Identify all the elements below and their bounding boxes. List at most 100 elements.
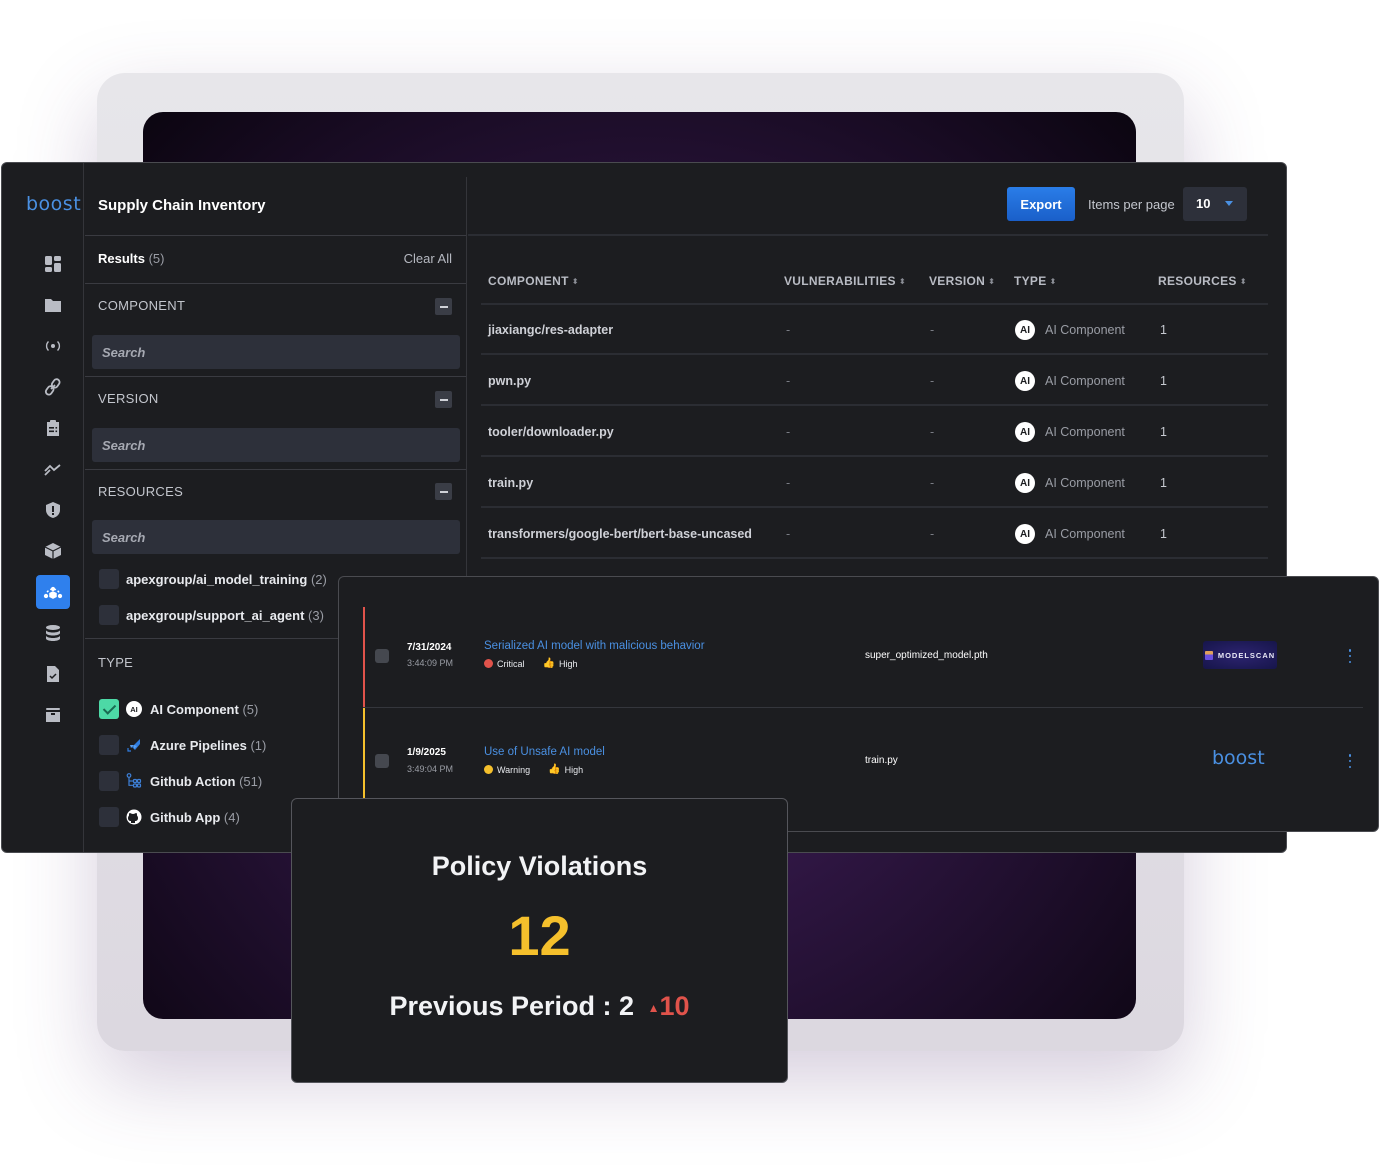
component-filter-label: COMPONENT <box>98 298 186 313</box>
component-name[interactable]: jiaxiangc/res-adapter <box>488 323 613 337</box>
component-name[interactable]: tooler/downloader.py <box>488 425 614 439</box>
modelscan-logo: MODELSCAN <box>1203 641 1277 669</box>
chevron-down-icon <box>1225 201 1233 206</box>
row-divider <box>481 455 1268 457</box>
type-checkbox-azure-pipelines[interactable] <box>99 735 119 755</box>
shield-alert-icon[interactable] <box>36 493 70 527</box>
export-button[interactable]: Export <box>1007 187 1075 221</box>
link-icon[interactable] <box>36 370 70 404</box>
version-value: - <box>930 425 935 439</box>
component-name[interactable]: train.py <box>488 476 533 490</box>
column-header-version[interactable]: VERSION ⬍ <box>929 274 995 288</box>
component-search-input[interactable] <box>92 335 460 369</box>
resource-option[interactable]: apexgroup/support_ai_agent (3) <box>126 608 324 623</box>
version-search-input[interactable] <box>92 428 460 462</box>
version-collapse-button[interactable] <box>435 391 452 408</box>
github-icon <box>126 809 142 825</box>
critical-dot-icon <box>484 659 493 668</box>
clipboard-icon[interactable] <box>36 411 70 445</box>
resources-value: 1 <box>1160 323 1167 337</box>
finding-title-link[interactable]: Use of Unsafe AI model <box>484 746 605 758</box>
resource-checkbox[interactable] <box>99 605 119 625</box>
column-header-component[interactable]: COMPONENT ⬍ <box>488 274 579 288</box>
items-per-page-value: 10 <box>1196 196 1211 211</box>
finding-file: super_optimized_model.pth <box>865 650 988 661</box>
database-icon[interactable] <box>36 616 70 650</box>
type-value: AI Component <box>1045 425 1125 439</box>
type-name: Github App <box>150 810 221 825</box>
thumbs-up-icon: 👍 <box>542 658 555 669</box>
resources-value: 1 <box>1160 374 1167 388</box>
results-count: Results (5) <box>98 251 164 266</box>
type-checkbox-github-action[interactable] <box>99 771 119 791</box>
ai-icon: AI <box>1015 524 1035 544</box>
sort-icon: ⬍ <box>988 277 996 286</box>
previous-period-label: Previous Period : 2 <box>389 991 635 1021</box>
items-per-page-select[interactable]: 10 <box>1183 187 1247 221</box>
type-value: AI Component <box>1045 323 1125 337</box>
modelscan-cube-icon <box>1204 650 1213 660</box>
type-checkbox-ai-component[interactable] <box>99 699 119 719</box>
vulnerabilities-value: - <box>786 425 791 439</box>
results-label: Results <box>98 251 145 266</box>
type-name: Github Action <box>150 774 236 789</box>
clear-all-button[interactable]: Clear All <box>404 251 452 266</box>
resources-collapse-button[interactable] <box>435 483 452 500</box>
results-number: (5) <box>148 251 165 266</box>
severity-label: Critical <box>497 658 525 669</box>
finding-checkbox[interactable] <box>375 754 389 768</box>
component-name[interactable]: transformers/google-bert/bert-base-uncas… <box>488 527 752 541</box>
policy-title: Policy Violations <box>431 851 648 881</box>
ai-icon: AI <box>1015 320 1035 340</box>
finding-file: train.py <box>865 755 898 766</box>
type-value: AI Component <box>1045 527 1125 541</box>
resources-value: 1 <box>1160 425 1167 439</box>
folder-icon[interactable] <box>36 288 70 322</box>
broadcast-icon[interactable] <box>36 329 70 363</box>
resource-count: (3) <box>308 608 324 623</box>
findings-panel: 7/31/2024 3:44:09 PM Serialized AI model… <box>338 576 1379 832</box>
finding-checkbox[interactable] <box>375 649 389 663</box>
type-count: (51) <box>239 774 263 789</box>
policy-violations-card: Policy Violations 12 Previous Period : 2… <box>291 798 788 1083</box>
resources-filter-label: RESOURCES <box>98 484 184 499</box>
column-header-resources[interactable]: RESOURCES ⬍ <box>1158 274 1247 288</box>
trend-icon[interactable] <box>36 452 70 486</box>
column-header-type[interactable]: TYPE ⬍ <box>1014 274 1057 288</box>
items-per-page-label: Items per page <box>1088 197 1175 212</box>
type-option[interactable]: Github Action (51) <box>150 774 262 789</box>
type-option[interactable]: Azure Pipelines (1) <box>150 738 266 753</box>
column-header-vulnerabilities[interactable]: VULNERABILITIES ⬍ <box>784 274 906 288</box>
type-option[interactable]: AI Component (5) <box>150 702 258 717</box>
type-value: AI Component <box>1045 374 1125 388</box>
type-option[interactable]: Github App (4) <box>150 810 240 825</box>
finding-meta: Warning 👍 High <box>484 764 583 775</box>
dashboard-icon[interactable] <box>36 247 70 281</box>
resource-option[interactable]: apexgroup/ai_model_training (2) <box>126 572 327 587</box>
component-collapse-button[interactable] <box>435 298 452 315</box>
row-divider <box>481 506 1268 508</box>
type-checkbox-github-app[interactable] <box>99 807 119 827</box>
resources-value: 1 <box>1160 476 1167 490</box>
finding-title-link[interactable]: Serialized AI model with malicious behav… <box>484 640 705 652</box>
more-options-icon[interactable] <box>1346 754 1354 768</box>
file-check-icon[interactable] <box>36 657 70 691</box>
vulnerabilities-value: - <box>786 323 791 337</box>
version-value: - <box>930 476 935 490</box>
version-value: - <box>930 527 935 541</box>
resources-value: 1 <box>1160 527 1167 541</box>
azure-pipelines-icon <box>126 737 142 753</box>
package-icon[interactable] <box>36 534 70 568</box>
archive-icon[interactable] <box>36 698 70 732</box>
confidence-label: High <box>564 764 584 775</box>
thumbs-up-icon: 👍 <box>548 764 561 775</box>
more-options-icon[interactable] <box>1346 649 1354 663</box>
ai-supply-chain-icon[interactable] <box>36 575 70 609</box>
resources-search-input[interactable] <box>92 520 460 554</box>
resource-checkbox[interactable] <box>99 569 119 589</box>
finding-time: 3:44:09 PM <box>407 658 454 668</box>
column-label: VULNERABILITIES <box>784 274 896 288</box>
component-name[interactable]: pwn.py <box>488 374 531 388</box>
divider <box>85 376 466 377</box>
vulnerabilities-value: - <box>786 527 791 541</box>
